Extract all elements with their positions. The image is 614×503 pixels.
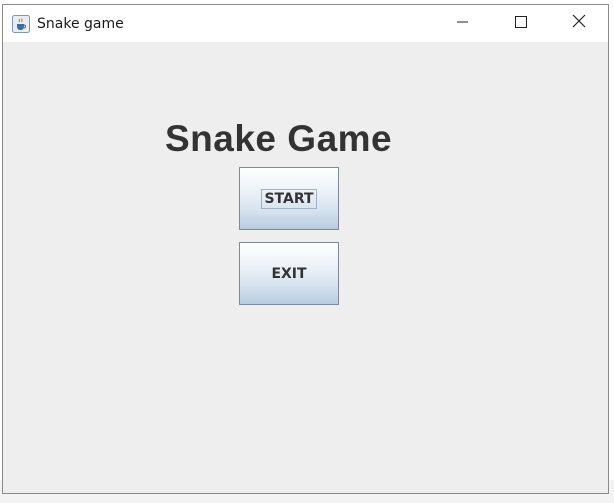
title-bar[interactable]: Snake game xyxy=(3,5,608,42)
start-button-label: START xyxy=(261,188,317,209)
minimize-icon xyxy=(457,15,469,33)
start-button[interactable]: START xyxy=(239,167,339,230)
exit-button[interactable]: EXIT xyxy=(239,242,339,305)
window-controls xyxy=(434,5,608,42)
window-title: Snake game xyxy=(37,15,124,32)
game-title-heading: Snake Game xyxy=(165,118,393,159)
minimize-button[interactable] xyxy=(434,5,492,42)
maximize-icon xyxy=(515,15,527,33)
exit-button-label: EXIT xyxy=(271,265,307,282)
java-cup-icon xyxy=(12,14,30,33)
close-icon xyxy=(572,14,586,33)
snake-game-window: Snake game Snake Game START EXIT xyxy=(2,4,609,494)
main-content: Snake Game START EXIT xyxy=(3,42,608,493)
maximize-button[interactable] xyxy=(492,5,550,42)
close-button[interactable] xyxy=(550,5,608,42)
